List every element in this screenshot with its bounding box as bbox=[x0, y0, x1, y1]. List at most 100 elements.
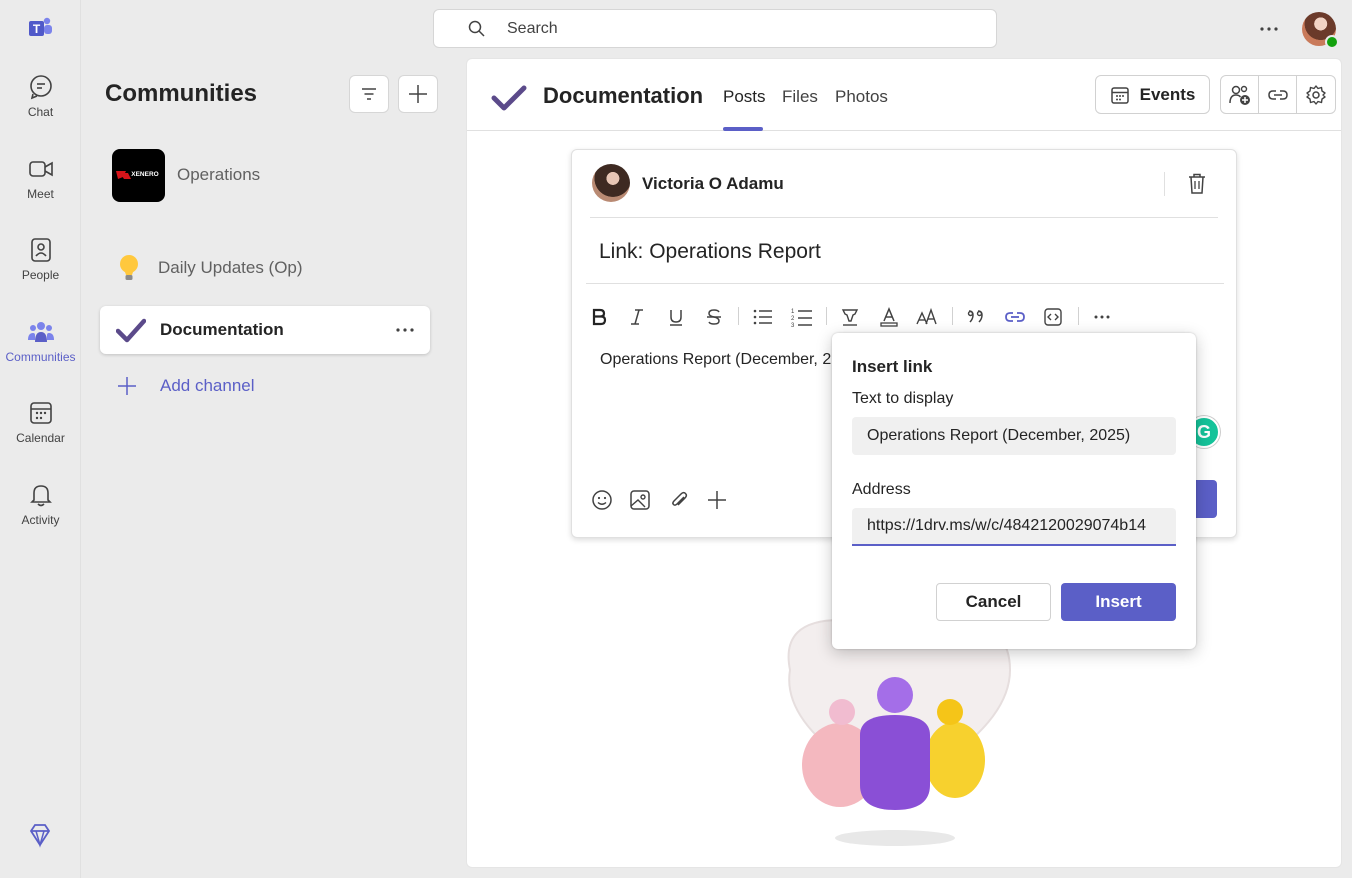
tab-files[interactable]: Files bbox=[782, 87, 818, 107]
dialog-title: Insert link bbox=[852, 357, 933, 376]
filter-button[interactable] bbox=[349, 75, 389, 113]
post-body-input[interactable]: Operations Report (December, 2 bbox=[600, 351, 831, 369]
bold-icon bbox=[592, 308, 607, 326]
insert-button[interactable]: Insert bbox=[1061, 583, 1176, 621]
add-channel-link[interactable]: Add channel bbox=[116, 375, 255, 397]
svg-text:3: 3 bbox=[791, 323, 795, 328]
channel-documentation[interactable]: Documentation bbox=[100, 306, 430, 354]
app-rail: T Chat Meet People Communities Calendar … bbox=[0, 0, 81, 878]
copy-link-button[interactable] bbox=[1259, 76, 1297, 113]
rail-activity[interactable]: Activity bbox=[0, 481, 81, 551]
more-icon bbox=[1094, 315, 1110, 319]
channel-daily-updates[interactable]: Daily Updates (Op) bbox=[100, 244, 430, 292]
video-icon bbox=[28, 161, 53, 177]
search-box[interactable]: Search bbox=[433, 9, 997, 48]
author-avatar bbox=[592, 164, 630, 202]
text-to-display-field[interactable]: Operations Report (December, 2025) bbox=[852, 417, 1176, 455]
numbered-list-button[interactable]: 123 bbox=[789, 304, 815, 330]
plus-icon bbox=[118, 377, 136, 395]
panel-title: Communities bbox=[105, 80, 258, 107]
bold-button[interactable] bbox=[586, 304, 612, 330]
toolbar-divider bbox=[826, 307, 827, 325]
community-operations[interactable]: XENERO Operations bbox=[112, 148, 432, 202]
rail-communities[interactable]: Communities bbox=[0, 318, 81, 388]
toolbar-divider bbox=[952, 307, 953, 325]
cancel-button[interactable]: Cancel bbox=[936, 583, 1051, 621]
rail-people[interactable]: People bbox=[0, 236, 81, 306]
code-block-button[interactable] bbox=[1040, 304, 1066, 330]
underline-icon bbox=[670, 310, 682, 326]
lightbulb-icon bbox=[120, 255, 138, 280]
strikethrough-icon bbox=[707, 309, 721, 325]
events-button[interactable]: Events bbox=[1095, 75, 1210, 114]
divider bbox=[586, 283, 1224, 284]
font-color-button[interactable] bbox=[876, 304, 902, 330]
channel-more-icon[interactable] bbox=[394, 319, 416, 341]
author-name: Victoria O Adamu bbox=[642, 174, 784, 193]
plus-icon[interactable] bbox=[705, 488, 729, 512]
checkmark-icon bbox=[491, 85, 527, 111]
community-name: Operations bbox=[177, 165, 261, 184]
font-size-icon bbox=[916, 307, 937, 325]
teams-logo-icon: T bbox=[29, 17, 52, 36]
user-avatar[interactable] bbox=[1302, 12, 1339, 49]
search-icon bbox=[468, 20, 485, 37]
calendar-icon bbox=[29, 402, 52, 424]
svg-text:XENERO: XENERO bbox=[131, 171, 158, 178]
underline-button[interactable] bbox=[663, 304, 689, 330]
quote-button[interactable] bbox=[963, 304, 989, 330]
insert-link-button[interactable] bbox=[1002, 304, 1028, 330]
numbered-list-icon: 123 bbox=[791, 309, 812, 328]
address-label: Address bbox=[852, 481, 911, 498]
rail-people-label: People bbox=[21, 268, 60, 282]
calendar-icon bbox=[1110, 86, 1129, 104]
italic-icon bbox=[631, 309, 643, 325]
font-size-button[interactable] bbox=[914, 304, 940, 330]
more-formatting-button[interactable] bbox=[1089, 304, 1115, 330]
rail-calendar[interactable]: Calendar bbox=[0, 399, 81, 469]
link-icon bbox=[1005, 312, 1025, 322]
channel-actions bbox=[1220, 75, 1336, 114]
channel-name: Daily Updates (Op) bbox=[158, 258, 303, 277]
xenero-logo-icon: XENERO bbox=[115, 171, 158, 179]
rail-meet[interactable]: Meet bbox=[0, 155, 81, 225]
checkmark-icon bbox=[116, 318, 146, 343]
bulleted-list-button[interactable] bbox=[750, 304, 776, 330]
premium-diamond-icon[interactable] bbox=[27, 822, 53, 848]
add-community-button[interactable] bbox=[398, 75, 438, 113]
link-icon bbox=[1267, 89, 1288, 100]
trash-icon[interactable] bbox=[1186, 172, 1208, 196]
tab-photos[interactable]: Photos bbox=[835, 87, 888, 107]
attach-icon[interactable] bbox=[667, 488, 691, 512]
tab-posts[interactable]: Posts bbox=[723, 87, 766, 107]
toolbar-divider bbox=[1078, 307, 1079, 325]
channel-name: Documentation bbox=[160, 320, 284, 339]
channel-header: Documentation Posts Files Photos Events bbox=[467, 59, 1341, 131]
post-subject-input[interactable]: Link: Operations Report bbox=[599, 240, 821, 264]
svg-text:T: T bbox=[33, 22, 41, 36]
more-options-icon[interactable] bbox=[1256, 18, 1282, 40]
online-status-badge bbox=[1325, 35, 1339, 49]
address-field[interactable]: https://1drv.ms/w/c/4842120029074b14 bbox=[852, 508, 1176, 546]
rail-communities-label: Communities bbox=[5, 350, 76, 364]
divider bbox=[1164, 172, 1165, 196]
font-color-icon bbox=[880, 307, 898, 327]
code-icon bbox=[1044, 308, 1062, 326]
svg-text:2: 2 bbox=[791, 316, 795, 322]
svg-text:1: 1 bbox=[791, 309, 795, 315]
strikethrough-button[interactable] bbox=[701, 304, 727, 330]
insert-link-dialog: Insert link Text to display Operations R… bbox=[832, 333, 1196, 649]
add-member-button[interactable] bbox=[1221, 76, 1259, 113]
add-channel-label: Add channel bbox=[160, 376, 255, 395]
emoji-icon[interactable] bbox=[590, 488, 614, 512]
rail-chat[interactable]: Chat bbox=[0, 73, 81, 143]
gear-icon bbox=[1306, 84, 1326, 105]
settings-button[interactable] bbox=[1297, 76, 1335, 113]
image-icon[interactable] bbox=[628, 488, 652, 512]
toolbar-divider bbox=[738, 307, 739, 325]
rail-meet-label: Meet bbox=[27, 187, 54, 201]
highlighter-icon bbox=[841, 309, 859, 326]
highlight-button[interactable] bbox=[837, 304, 863, 330]
rail-chat-label: Chat bbox=[27, 105, 54, 119]
italic-button[interactable] bbox=[624, 304, 650, 330]
